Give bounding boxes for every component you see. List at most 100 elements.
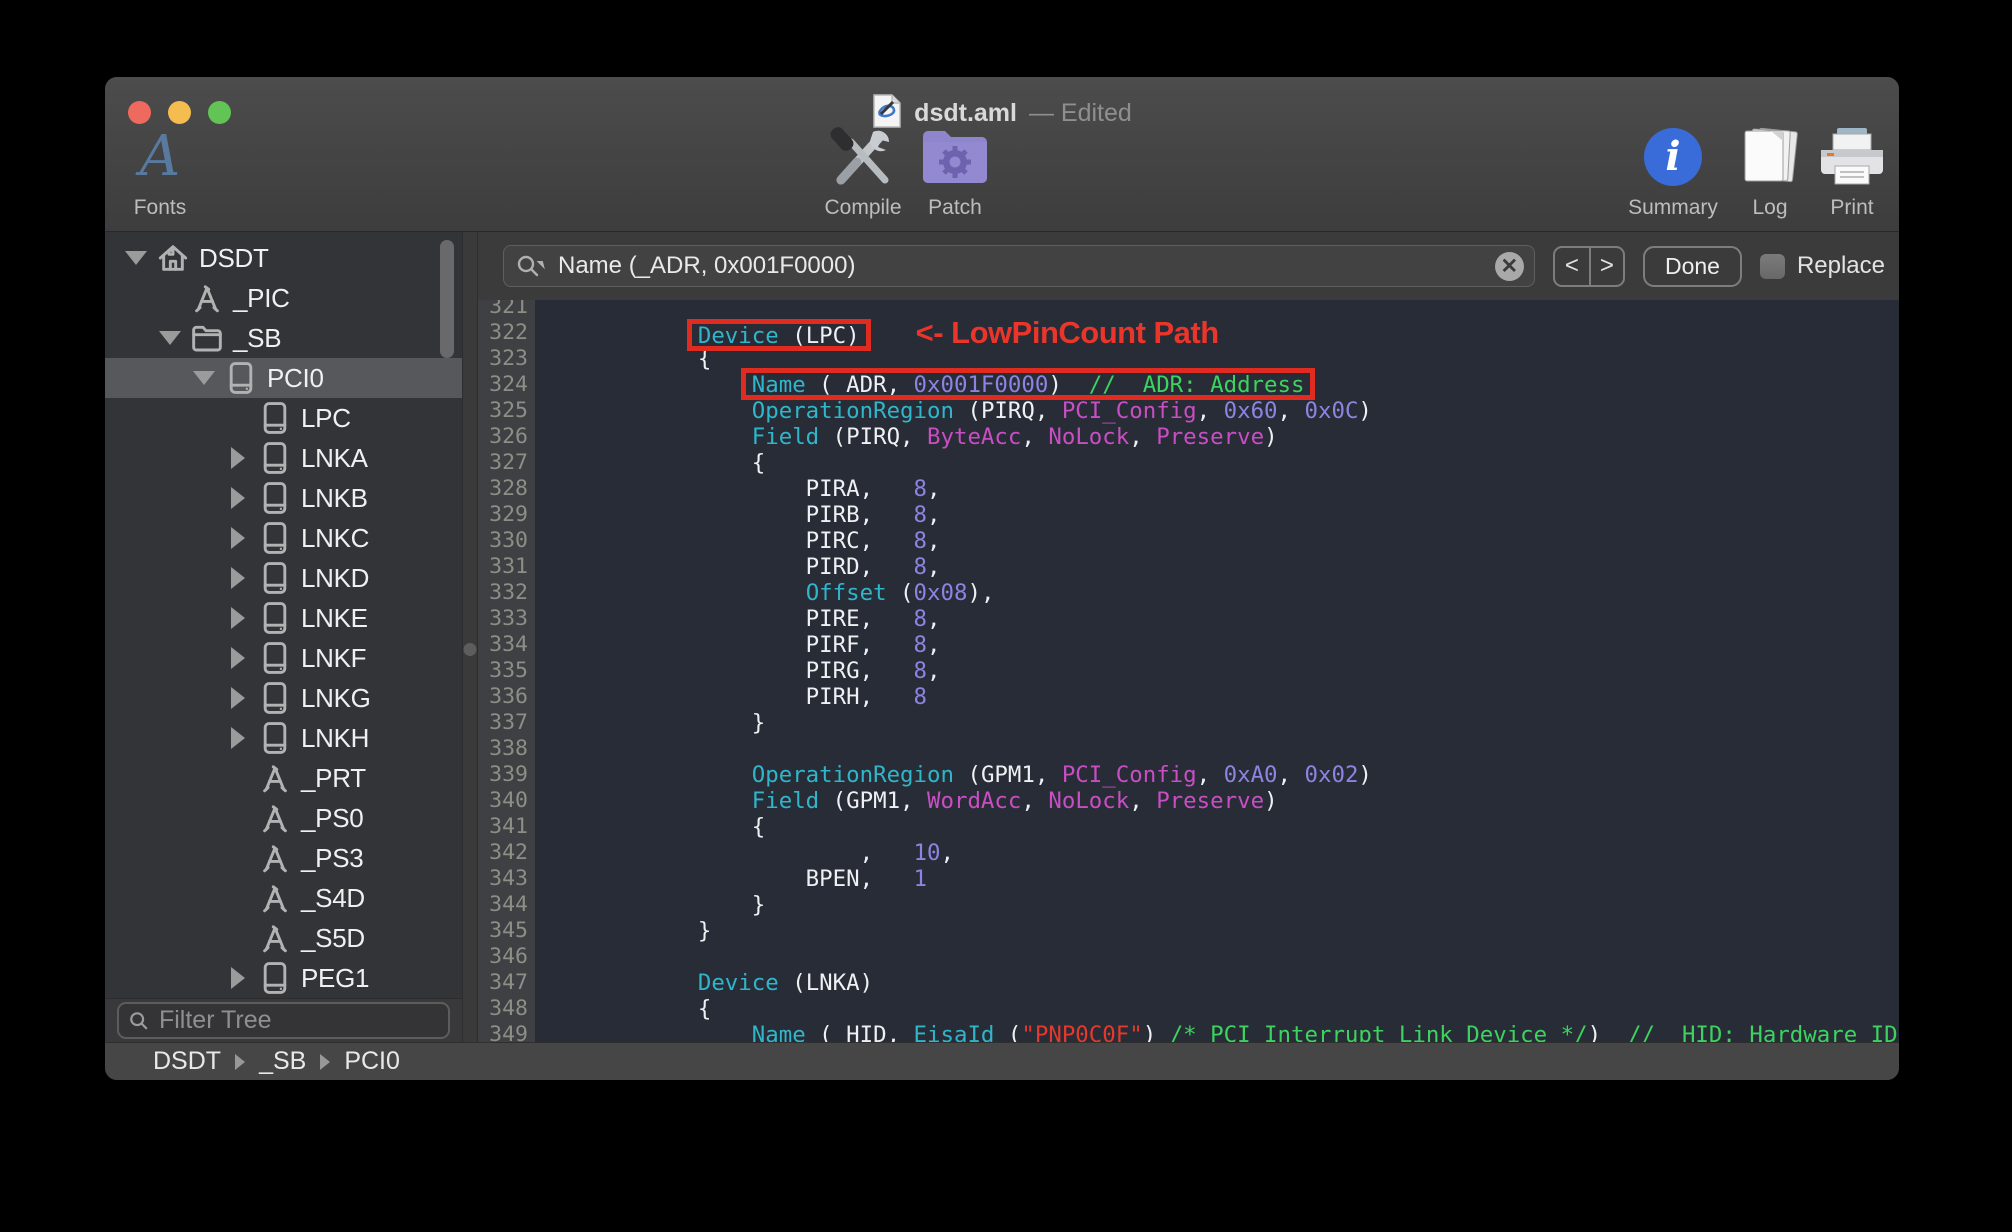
disclosure-triangle[interactable] bbox=[221, 727, 255, 749]
editor-pane: ✕ < > Done Replace 321322323324325326327… bbox=[478, 232, 1899, 1042]
sidebar-item-lnkc[interactable]: LNKC bbox=[105, 518, 462, 558]
window-chrome: dsdt.aml — Edited A Fonts Compile Patch … bbox=[105, 77, 1899, 232]
disclosure-triangle[interactable] bbox=[221, 527, 255, 549]
divider-handle[interactable] bbox=[463, 643, 477, 656]
code-line: { bbox=[590, 450, 766, 476]
sidebar-item-lnka[interactable]: LNKA bbox=[105, 438, 462, 478]
patch-button[interactable]: Patch bbox=[890, 122, 1020, 220]
find-bar: ✕ < > Done Replace bbox=[478, 232, 1899, 300]
desktop: { "window": { "title_file": "dsdt.aml", … bbox=[0, 0, 2012, 1232]
find-previous-button[interactable]: < bbox=[1555, 248, 1589, 285]
sidebar-item-lnkb[interactable]: LNKB bbox=[105, 478, 462, 518]
search-menu-icon[interactable] bbox=[516, 254, 546, 278]
sidebar-item-lnkh[interactable]: LNKH bbox=[105, 718, 462, 758]
sidebar-item-lnkf[interactable]: LNKF bbox=[105, 638, 462, 678]
sidebar-item-_s5d[interactable]: _S5D bbox=[105, 918, 462, 958]
clear-search-button[interactable]: ✕ bbox=[1494, 251, 1524, 281]
code-line: PIRH, 8 bbox=[590, 684, 928, 710]
disclosure-triangle[interactable] bbox=[221, 647, 255, 669]
code-line: { bbox=[590, 814, 766, 840]
device-icon bbox=[255, 961, 295, 995]
line-number: 332 bbox=[489, 580, 528, 605]
sidebar-item-_s4d[interactable]: _S4D bbox=[105, 878, 462, 918]
breadcrumb-item[interactable]: _SB bbox=[259, 1047, 306, 1076]
svg-text:i: i bbox=[1665, 133, 1680, 180]
line-number: 322 bbox=[489, 320, 528, 345]
line-number: 343 bbox=[489, 866, 528, 891]
tree-item-label: PCI0 bbox=[267, 362, 324, 393]
disclosure-triangle[interactable] bbox=[221, 567, 255, 589]
find-next-button[interactable]: > bbox=[1588, 247, 1623, 285]
disclosure-triangle[interactable] bbox=[221, 487, 255, 509]
line-number: 330 bbox=[489, 528, 528, 553]
breadcrumb-item[interactable]: DSDT bbox=[153, 1047, 221, 1076]
device-icon bbox=[255, 441, 295, 475]
tree-item-label: _PS3 bbox=[301, 842, 364, 873]
print-button[interactable]: Print bbox=[1787, 122, 1899, 220]
disclosure-triangle[interactable] bbox=[187, 371, 221, 385]
code-editor[interactable]: 321 322 323 324 325 326 327 328 329 330 331 332 333 3… bbox=[478, 300, 1899, 1042]
pane-divider[interactable] bbox=[462, 232, 478, 1042]
tree-item-label: LNKG bbox=[301, 682, 371, 713]
disclosure-triangle[interactable] bbox=[221, 687, 255, 709]
code-line: OperationRegion (PIRQ, PCI_Config, 0x60,… bbox=[751, 398, 1372, 424]
sidebar-item-lnke[interactable]: LNKE bbox=[105, 598, 462, 638]
fonts-button[interactable]: A Fonts bbox=[105, 122, 225, 220]
line-number: 321 bbox=[489, 300, 528, 319]
line-number: 325 bbox=[489, 398, 528, 423]
sidebar-item-lnkg[interactable]: LNKG bbox=[105, 678, 462, 718]
sidebar-item-_ps3[interactable]: _PS3 bbox=[105, 838, 462, 878]
sidebar-item-lnkd[interactable]: LNKD bbox=[105, 558, 462, 598]
sidebar-item-peg1[interactable]: PEG1 bbox=[105, 958, 462, 998]
method-icon bbox=[255, 842, 295, 874]
code-line: BPEN, 1 bbox=[590, 866, 928, 892]
line-number: 324 bbox=[489, 372, 528, 397]
line-number: 338 bbox=[489, 736, 528, 761]
method-icon bbox=[255, 882, 295, 914]
line-number: 341 bbox=[489, 814, 528, 839]
sidebar-item-_prt[interactable]: _PRT bbox=[105, 758, 462, 798]
sidebar-item-pci0[interactable]: PCI0 bbox=[105, 358, 462, 398]
tree-item-label: LNKA bbox=[301, 442, 368, 473]
done-button[interactable]: Done bbox=[1642, 245, 1742, 287]
breadcrumb-bar: DSDT _SB PCI0 bbox=[105, 1042, 1899, 1080]
tree-item-label: LNKH bbox=[301, 722, 370, 753]
house-icon bbox=[153, 242, 193, 274]
tree-item-label: LPC bbox=[301, 402, 351, 433]
method-icon bbox=[255, 922, 295, 954]
disclosure-triangle[interactable] bbox=[221, 607, 255, 629]
tree-item-label: PEG1 bbox=[301, 962, 370, 993]
sidebar-item-_sb[interactable]: _SB bbox=[105, 318, 462, 358]
filter-tree-field[interactable] bbox=[117, 1002, 450, 1039]
code-line: OperationRegion (GPM1, PCI_Config, 0xA0,… bbox=[751, 762, 1372, 788]
tree-item-label: _S5D bbox=[301, 922, 365, 953]
edited-badge: — Edited bbox=[1028, 99, 1132, 127]
line-number: 334 bbox=[489, 632, 528, 657]
disclosure-triangle[interactable] bbox=[153, 331, 187, 345]
code-surface[interactable]: Device (LPC) <- LowPinCount Path { Name (… bbox=[535, 300, 1899, 1042]
search-field[interactable]: ✕ bbox=[503, 245, 1535, 287]
tree-item-label: _PRT bbox=[301, 762, 366, 793]
sidebar-scrollbar[interactable] bbox=[440, 240, 454, 358]
breadcrumb-item[interactable]: PCI0 bbox=[344, 1047, 400, 1076]
search-input[interactable] bbox=[556, 251, 1485, 281]
line-number: 348 bbox=[489, 996, 528, 1021]
disclosure-triangle[interactable] bbox=[221, 967, 255, 989]
sidebar-item-_ps0[interactable]: _PS0 bbox=[105, 798, 462, 838]
disclosure-triangle[interactable] bbox=[119, 251, 153, 265]
replace-checkbox[interactable] bbox=[1759, 253, 1785, 279]
lowpincount-annotation: <- LowPinCount Path bbox=[915, 315, 1220, 350]
tree-item-label: _SB bbox=[233, 322, 282, 353]
code-line: } bbox=[590, 918, 712, 944]
sidebar-item-dsdt[interactable]: DSDT bbox=[105, 238, 462, 278]
device-icon bbox=[221, 361, 261, 395]
red-highlight-box: Name (_ADR, 0x001F0000) // _ADR: Address bbox=[751, 372, 1305, 398]
sidebar-item-_pic[interactable]: _PIC bbox=[105, 278, 462, 318]
filter-tree-input[interactable] bbox=[156, 1005, 438, 1036]
sidebar-item-lpc[interactable]: LPC bbox=[105, 398, 462, 438]
line-number: 347 bbox=[489, 970, 528, 995]
disclosure-triangle[interactable] bbox=[221, 447, 255, 469]
device-icon bbox=[255, 481, 295, 515]
device-icon bbox=[255, 681, 295, 715]
